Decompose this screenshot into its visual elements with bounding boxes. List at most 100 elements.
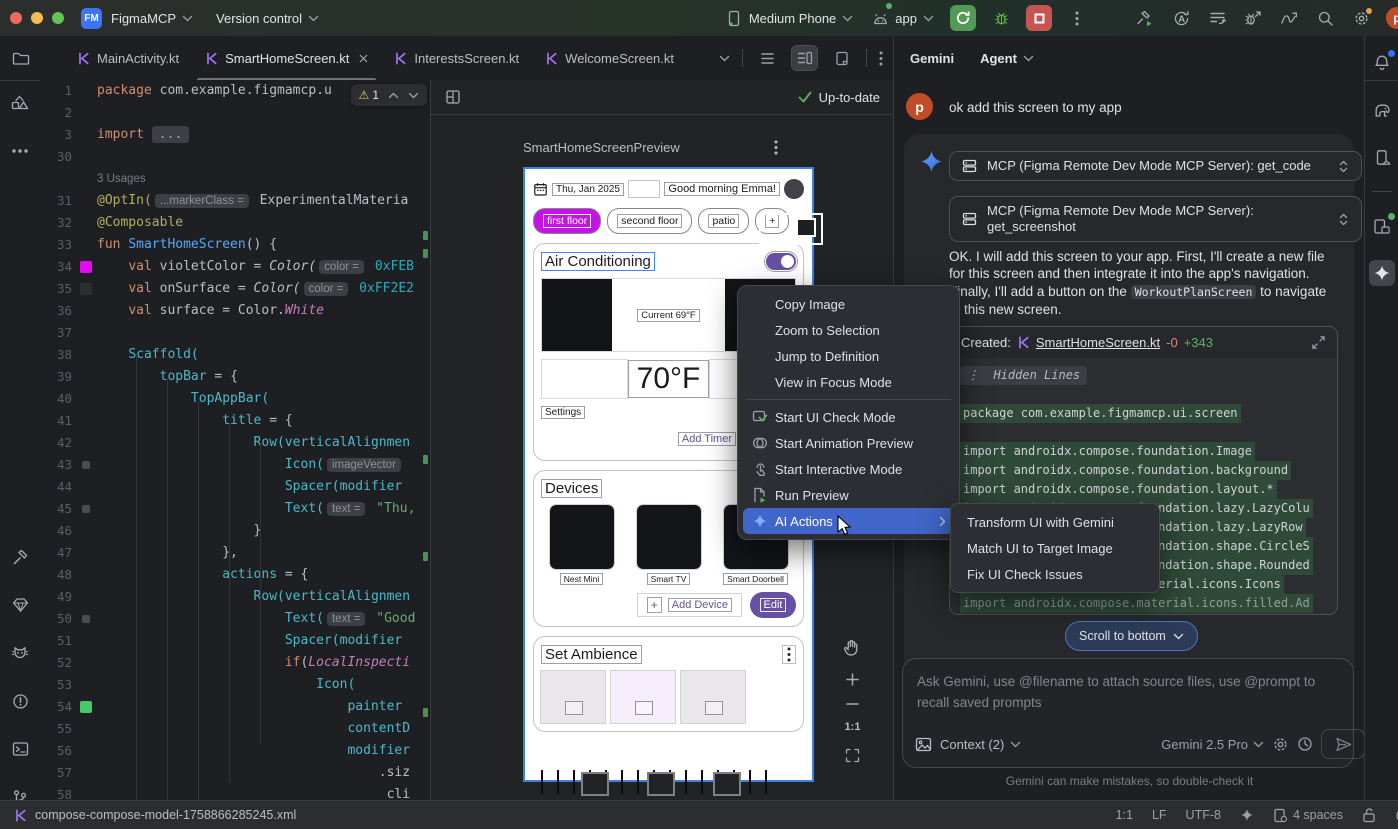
window-minimize-button[interactable] <box>31 12 43 24</box>
add-device-button[interactable]: + Add Device <box>637 593 742 617</box>
tool-call-get-code[interactable]: MCP (Figma Remote Dev Mode MCP Server): … <box>949 151 1362 181</box>
build-icon[interactable] <box>1130 5 1160 31</box>
submenu-item-fix-ui-check-issues[interactable]: Fix UI Check Issues <box>956 561 1154 587</box>
menu-item-view-in-focus-mode[interactable]: View in Focus Mode <box>743 369 954 395</box>
device-smart-tv[interactable]: Smart TV <box>628 505 709 585</box>
logcat-icon[interactable] <box>7 640 33 666</box>
device-nest-mini[interactable]: Nest Mini <box>541 505 622 585</box>
open-diff-icon[interactable] <box>1311 335 1326 350</box>
search-everywhere-icon[interactable] <box>1310 5 1340 31</box>
window-zoom-button[interactable] <box>52 12 64 24</box>
gradle-icon[interactable] <box>1369 97 1395 123</box>
preview-layout-icon[interactable] <box>445 89 461 105</box>
attach-image-icon[interactable] <box>915 737 932 752</box>
menu-item-start-interactive-mode[interactable]: Start Interactive Mode <box>743 456 954 482</box>
zoom-in-icon[interactable] <box>845 672 860 687</box>
chat-settings-icon[interactable] <box>1272 736 1289 753</box>
editor-options-kebab-icon[interactable] <box>879 51 883 66</box>
file-lock-icon[interactable] <box>1362 807 1376 823</box>
chip-first-floor[interactable]: first floor <box>533 208 601 234</box>
menu-item-zoom-to-selection[interactable]: Zoom to Selection <box>743 317 954 343</box>
zoom-out-icon[interactable] <box>845 702 860 706</box>
selection-handle[interactable] <box>759 213 823 245</box>
expand-chevron-icon[interactable] <box>1338 212 1349 227</box>
gemini-status-icon[interactable] <box>1240 808 1254 822</box>
scroll-to-bottom-button[interactable]: Scroll to bottom <box>1065 621 1198 651</box>
split-view-button[interactable] <box>792 46 817 70</box>
ambience-tile[interactable] <box>541 671 605 723</box>
notifications-icon[interactable] <box>1369 50 1395 76</box>
gutter-color-swatch[interactable] <box>80 283 92 295</box>
terminal-icon[interactable] <box>7 736 33 762</box>
pan-icon[interactable] <box>843 638 862 657</box>
ac-add-timer-button[interactable]: Add Timer <box>678 432 736 446</box>
ac-toggle[interactable] <box>766 253 796 270</box>
more-actions-button[interactable] <box>1062 5 1092 31</box>
todo-list-icon[interactable] <box>1202 5 1232 31</box>
gutter-color-swatch[interactable] <box>82 461 90 469</box>
debug-button[interactable] <box>986 5 1016 31</box>
attach-debugger-icon[interactable] <box>1238 5 1268 31</box>
file-encoding[interactable]: UTF-8 <box>1186 808 1221 822</box>
tab-welcomescreen-kt[interactable]: WelcomeScreen.kt <box>532 36 687 80</box>
code-editor[interactable]: 1package com.example.figmamcp.u23import … <box>40 80 430 800</box>
device-selector[interactable]: Medium Phone <box>725 5 853 31</box>
next-problem-icon[interactable] <box>408 92 419 99</box>
problems-icon[interactable] <box>7 688 33 714</box>
ac-target-temp[interactable]: 70°F <box>628 360 710 398</box>
caret-position[interactable]: 1:1 <box>1116 808 1133 822</box>
model-selector[interactable]: Gemini 2.5 Pro <box>1161 737 1264 752</box>
send-button[interactable] <box>1321 729 1365 759</box>
run-button[interactable] <box>950 5 976 31</box>
zoom-to-fit-icon[interactable] <box>845 748 860 763</box>
stop-button[interactable] <box>1026 5 1052 31</box>
tool-call-get-screenshot[interactable]: MCP (Figma Remote Dev Mode MCP Server): … <box>949 196 1362 242</box>
resource-manager-icon[interactable] <box>7 90 33 116</box>
menu-item-start-ui-check-mode[interactable]: Start UI Check Mode <box>743 404 954 430</box>
device-manager-icon[interactable] <box>1369 144 1395 170</box>
phone-avatar[interactable] <box>784 179 804 199</box>
submenu-item-transform-ui-with-gemini[interactable]: Transform UI with Gemini <box>956 509 1154 535</box>
plugins-icon[interactable] <box>7 592 33 618</box>
tab-smarthomescreen-kt[interactable]: SmartHomeScreen.kt <box>192 36 381 80</box>
tab-interestsscreen-kt[interactable]: InterestsScreen.kt <box>381 36 532 80</box>
ai-transform-icon[interactable] <box>1274 5 1304 31</box>
ambience-card[interactable]: Set Ambience <box>533 636 804 732</box>
tab-list-chevron-icon[interactable] <box>719 55 730 62</box>
hidden-lines-chip[interactable]: ⋮ Hidden Lines <box>960 366 1087 385</box>
gutter-color-swatch[interactable] <box>82 615 90 623</box>
expand-chevron-icon[interactable] <box>1338 159 1349 174</box>
gutter-color-swatch[interactable] <box>80 261 92 273</box>
prev-problem-icon[interactable] <box>388 92 399 99</box>
close-tab-icon[interactable] <box>359 54 368 63</box>
status-file-name[interactable]: compose-compose-model-1758866285245.xml <box>35 808 296 822</box>
vcs-menu[interactable]: Version control <box>216 11 319 26</box>
profiler-icon[interactable]: A <box>1166 5 1196 31</box>
tab-mainactivity-kt[interactable]: MainActivity.kt <box>64 36 192 80</box>
created-file-link[interactable]: SmartHomeScreen.kt <box>1036 335 1160 350</box>
indent-setting[interactable]: 4 spaces <box>1273 808 1343 823</box>
line-separator[interactable]: LF <box>1152 808 1167 822</box>
window-close-button[interactable] <box>10 12 22 24</box>
edit-devices-button[interactable]: Edit <box>750 592 796 618</box>
phone-date[interactable]: Thu, Jan 2025 <box>552 183 624 196</box>
context-selector[interactable]: Context (2) <box>940 737 1021 752</box>
project-view-icon[interactable] <box>0 36 42 80</box>
agent-mode-selector[interactable]: Agent <box>980 51 1034 66</box>
code-view-button[interactable] <box>755 46 780 70</box>
gutter-color-swatch[interactable] <box>82 505 90 513</box>
ambience-tile[interactable] <box>681 671 745 723</box>
ambience-tile[interactable] <box>611 671 675 723</box>
design-view-button[interactable] <box>829 46 854 70</box>
phone-greeting[interactable]: Good morning Emma! <box>664 182 780 196</box>
chip-patio[interactable]: patio <box>698 208 749 234</box>
gemini-toolwindow-icon[interactable] <box>1369 260 1395 286</box>
ambience-kebab-icon[interactable] <box>782 645 796 664</box>
running-devices-icon[interactable] <box>1369 213 1395 239</box>
menu-item-start-animation-preview[interactable]: Start Animation Preview <box>743 430 954 456</box>
run-configuration-selector[interactable]: app <box>871 5 934 31</box>
user-avatar[interactable]: p <box>1386 7 1398 29</box>
menu-item-run-preview[interactable]: Run Preview <box>743 482 954 508</box>
chip-second-floor[interactable]: second floor <box>607 208 692 234</box>
inspection-widget[interactable]: ⚠ 1 <box>351 84 427 106</box>
